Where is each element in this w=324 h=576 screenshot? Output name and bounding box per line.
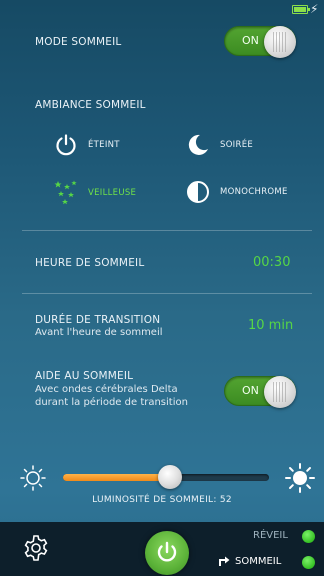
transition-label: DURÉE DE TRANSITION [35, 314, 161, 326]
transition-value[interactable]: 10 min [248, 318, 293, 333]
ambiance-option-eteint[interactable]: ÉTEINT [54, 133, 120, 157]
mode-sommeil-toggle[interactable]: ON [224, 26, 296, 58]
ambiance-option-soiree[interactable]: SOIRÉE [186, 133, 253, 157]
power-icon [56, 134, 76, 156]
sun-high-icon [285, 463, 315, 493]
toggle-knob[interactable] [264, 26, 296, 58]
ambiance-option-veilleuse[interactable]: VEILLEUSE [54, 180, 136, 206]
sun-low-icon [20, 465, 46, 491]
ambiance-label: VEILLEUSE [88, 188, 137, 198]
aide-toggle[interactable]: ON [224, 376, 296, 408]
moon-icon [188, 134, 208, 155]
divider [22, 293, 312, 294]
luminosite-label: LUMINOSITÉ DE SOMMEIL: 52 [92, 495, 232, 505]
brightness-slider-fill [63, 474, 170, 481]
toggle-on-label: ON [242, 34, 259, 47]
ambiance-label: SOIRÉE [220, 140, 254, 150]
charging-icon: ⚡ [310, 2, 319, 16]
mode-sommeil-label: MODE SOMMEIL [35, 36, 122, 48]
arrow-turn-icon [219, 556, 230, 566]
half-circle-icon [187, 181, 209, 203]
aide-sub1: Avec ondes cérébrales Delta [35, 384, 178, 395]
aide-label: AIDE AU SOMMEIL [35, 370, 134, 382]
ambiance-title: AMBIANCE SOMMEIL [35, 99, 146, 111]
power-button[interactable] [145, 531, 189, 575]
ambiance-label: MONOCHROME [220, 187, 288, 197]
power-icon [157, 541, 177, 562]
brightness-slider-thumb[interactable] [158, 465, 182, 489]
ambiance-option-monochrome[interactable]: MONOCHROME [186, 180, 288, 204]
heure-value[interactable]: 00:30 [253, 255, 290, 270]
transition-sub: Avant l'heure de sommeil [35, 327, 163, 338]
battery-icon [292, 5, 310, 14]
reveil-status-dot [302, 530, 315, 543]
aide-sub2: durant la période de transition [35, 397, 188, 408]
toggle-on-label: ON [242, 384, 259, 397]
divider [22, 230, 312, 231]
stars-icon [54, 180, 77, 205]
gear-icon[interactable] [22, 534, 50, 562]
sommeil-label[interactable]: SOMMEIL [235, 556, 281, 567]
ambiance-label: ÉTEINT [88, 140, 120, 150]
heure-label: HEURE DE SOMMEIL [35, 257, 145, 269]
reveil-label[interactable]: RÉVEIL [253, 530, 288, 541]
sommeil-status-dot [302, 556, 315, 569]
toggle-knob[interactable] [264, 376, 296, 408]
